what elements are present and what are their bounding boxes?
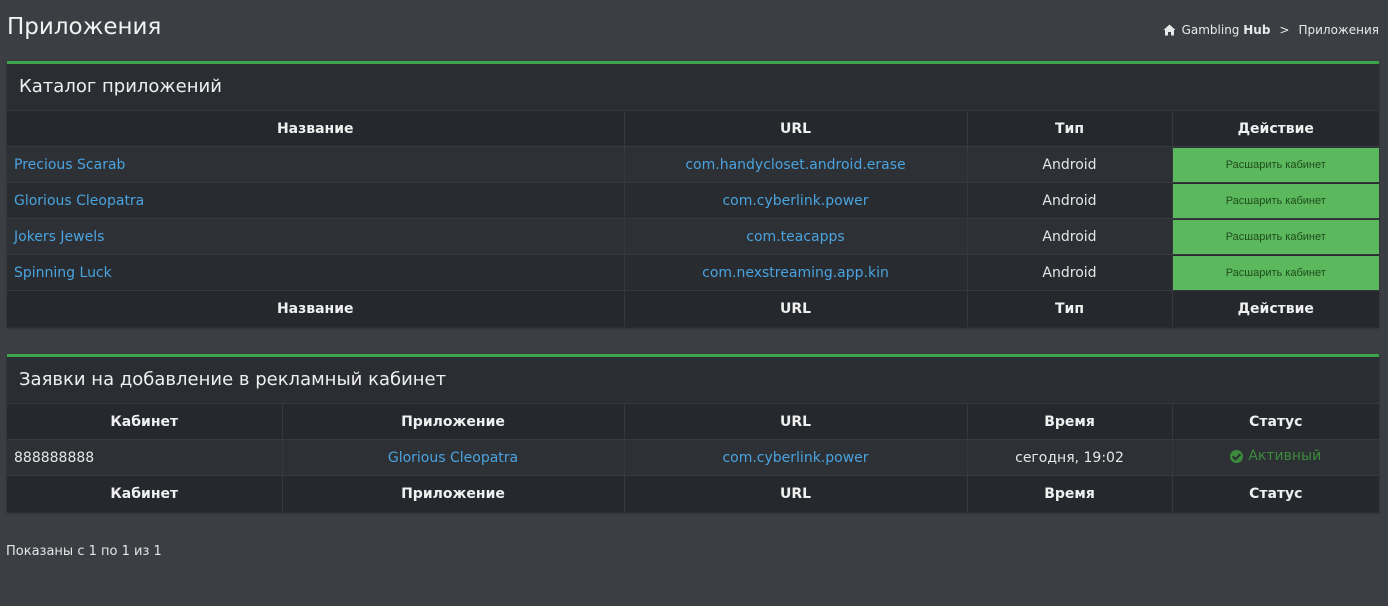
app-name-link[interactable]: Spinning Luck <box>14 265 112 281</box>
catalog-table: Название URL Тип Действие Precious Scara… <box>7 110 1379 327</box>
app-link[interactable]: Glorious Cleopatra <box>388 450 518 466</box>
app-type-cell: Android <box>967 182 1173 219</box>
app-url-link[interactable]: com.cyberlink.power <box>722 193 868 209</box>
column-header-cabinet[interactable]: Кабинет <box>7 403 283 440</box>
column-header-action[interactable]: Действие <box>1172 110 1379 147</box>
requests-table: Кабинет Приложение URL Время Статус 8888… <box>7 403 1379 512</box>
app-url-cell: com.handycloset.android.erase <box>624 146 968 183</box>
catalog-panel: Каталог приложений Название URL Тип Дейс… <box>7 61 1379 327</box>
app-name-cell: Jokers Jewels <box>7 218 625 255</box>
column-header-app[interactable]: Приложение <box>282 403 625 440</box>
column-footer-app: Приложение <box>282 475 625 512</box>
table-row: 888888888 Glorious Cleopatra com.cyberli… <box>7 439 1379 476</box>
app-name-link[interactable]: Jokers Jewels <box>14 229 104 245</box>
column-header-status[interactable]: Статус <box>1172 403 1379 440</box>
column-footer-action: Действие <box>1172 290 1379 327</box>
page-header: Приложения Gambling Hub > Приложения <box>0 0 1388 62</box>
requests-footer-row: Кабинет Приложение URL Время Статус <box>7 475 1379 512</box>
check-circle-icon <box>1230 449 1244 463</box>
requests-title: Заявки на добавление в рекламный кабинет <box>19 369 447 390</box>
share-cabinet-button[interactable]: Расшарить кабинет <box>1172 147 1379 182</box>
app-url-link[interactable]: com.handycloset.android.erase <box>685 157 905 173</box>
url-cell: com.cyberlink.power <box>624 439 968 476</box>
page-title: Приложения <box>7 14 162 40</box>
status-cell: Активный <box>1172 439 1379 476</box>
breadcrumb-separator: > <box>1279 23 1290 37</box>
app-name-link[interactable]: Glorious Cleopatra <box>14 193 144 209</box>
table-row: Glorious Cleopatra com.cyberlink.power A… <box>7 182 1379 219</box>
app-type-cell: Android <box>967 218 1173 255</box>
app-type-cell: Android <box>967 254 1173 291</box>
app-url-link[interactable]: com.teacapps <box>746 229 844 245</box>
share-cabinet-button[interactable]: Расшарить кабинет <box>1172 255 1379 290</box>
table-row: Precious Scarab com.handycloset.android.… <box>7 146 1379 183</box>
column-footer-time: Время <box>967 475 1173 512</box>
app-name-cell: Glorious Cleopatra <box>7 182 625 219</box>
column-header-type[interactable]: Тип <box>967 110 1173 147</box>
column-footer-name: Название <box>7 290 625 327</box>
status-label: Активный <box>1248 448 1322 465</box>
share-cabinet-button[interactable]: Расшарить кабинет <box>1172 219 1379 254</box>
action-cell: Расшарить кабинет <box>1172 182 1379 219</box>
app-type-cell: Android <box>967 146 1173 183</box>
action-cell: Расшарить кабинет <box>1172 254 1379 291</box>
time-cell: сегодня, 19:02 <box>967 439 1173 476</box>
app-cell: Glorious Cleopatra <box>282 439 625 476</box>
status-badge: Активный <box>1230 448 1321 464</box>
app-name-cell: Spinning Luck <box>7 254 625 291</box>
column-footer-type: Тип <box>967 290 1173 327</box>
catalog-footer-row: Название URL Тип Действие <box>7 290 1379 327</box>
table-row: Jokers Jewels com.teacapps Android Расша… <box>7 218 1379 255</box>
catalog-title: Каталог приложений <box>19 76 222 97</box>
column-footer-cabinet: Кабинет <box>7 475 283 512</box>
cabinet-cell: 888888888 <box>7 439 283 476</box>
app-url-cell: com.cyberlink.power <box>624 182 968 219</box>
share-cabinet-button[interactable]: Расшарить кабинет <box>1172 183 1379 218</box>
url-link[interactable]: com.cyberlink.power <box>722 450 868 466</box>
table-row: Spinning Luck com.nexstreaming.app.kin A… <box>7 254 1379 291</box>
pagination-info: Показаны с 1 по 1 из 1 <box>6 544 162 559</box>
column-footer-url: URL <box>624 475 968 512</box>
requests-panel: Заявки на добавление в рекламный кабинет… <box>7 354 1379 512</box>
action-cell: Расшарить кабинет <box>1172 218 1379 255</box>
catalog-header-row: Название URL Тип Действие <box>7 110 1379 147</box>
column-header-url[interactable]: URL <box>624 403 968 440</box>
app-url-link[interactable]: com.nexstreaming.app.kin <box>702 265 889 281</box>
column-footer-url: URL <box>624 290 968 327</box>
action-cell: Расшарить кабинет <box>1172 146 1379 183</box>
breadcrumb-brand[interactable]: Gambling Hub <box>1182 23 1271 37</box>
home-icon[interactable] <box>1163 24 1176 36</box>
column-header-url[interactable]: URL <box>624 110 968 147</box>
app-name-link[interactable]: Precious Scarab <box>14 157 125 173</box>
column-footer-status: Статус <box>1172 475 1379 512</box>
column-header-time[interactable]: Время <box>967 403 1173 440</box>
app-name-cell: Precious Scarab <box>7 146 625 183</box>
app-url-cell: com.teacapps <box>624 218 968 255</box>
requests-header-row: Кабинет Приложение URL Время Статус <box>7 403 1379 440</box>
app-url-cell: com.nexstreaming.app.kin <box>624 254 968 291</box>
breadcrumb: Gambling Hub > Приложения <box>1163 23 1379 37</box>
breadcrumb-current: Приложения <box>1298 23 1379 37</box>
column-header-name[interactable]: Название <box>7 110 625 147</box>
